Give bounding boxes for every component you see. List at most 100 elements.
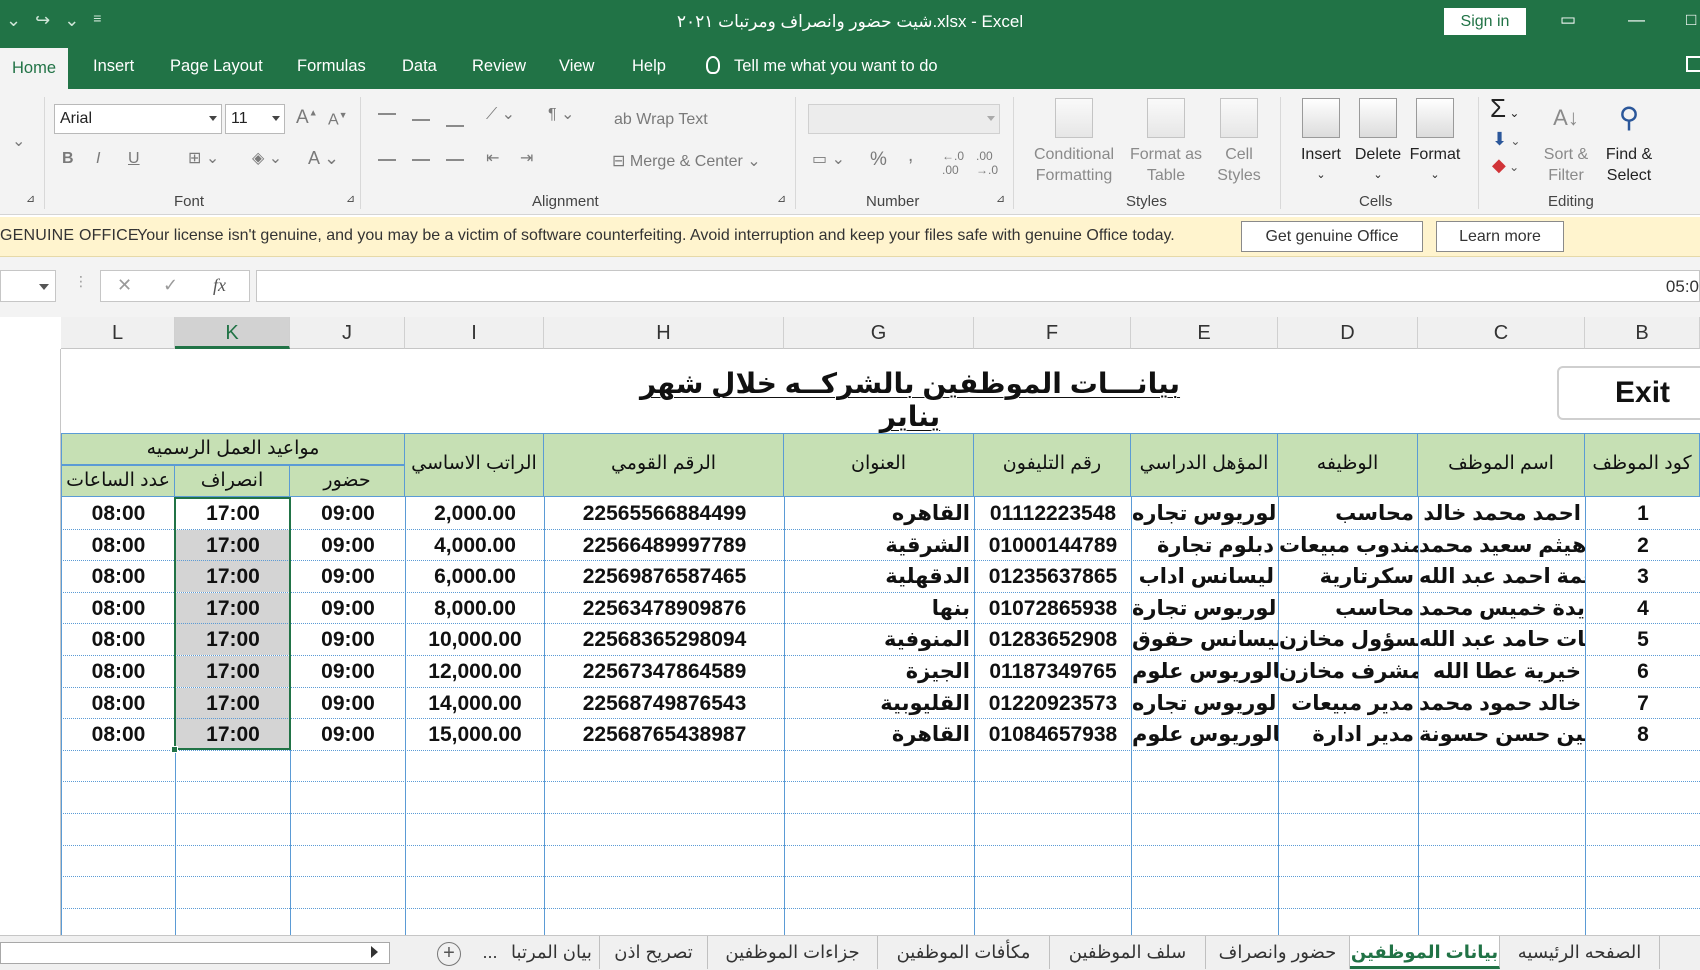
worksheet[interactable]: L K J I H G F E D C B بيانـــات الموظفين…	[0, 317, 1700, 935]
align-center-icon[interactable]	[412, 159, 430, 161]
italic-icon[interactable]: I	[96, 150, 100, 168]
cell-code[interactable]: 6	[1586, 656, 1700, 687]
find-select-button[interactable]: ⚲ Find & Select	[1596, 98, 1662, 186]
column-header-f[interactable]: F	[974, 317, 1131, 349]
tab-formulas[interactable]: Formulas	[297, 44, 366, 89]
wrap-text-button[interactable]: ab Wrap Text	[614, 111, 708, 129]
column-header-l[interactable]: L	[61, 317, 175, 349]
insert-function-icon[interactable]: fx	[213, 275, 226, 296]
cell-code[interactable]: 8	[1586, 719, 1700, 750]
cell-qualification[interactable]: بكالوريوس علوم	[1132, 656, 1278, 687]
column-header-c[interactable]: C	[1418, 317, 1585, 349]
cell-styles-button[interactable]: Cell Styles	[1206, 98, 1272, 186]
tab-help[interactable]: Help	[632, 44, 666, 89]
borders-icon[interactable]: ⊞ ⌄	[188, 148, 219, 168]
cell-hours[interactable]: 08:00	[62, 561, 175, 592]
tell-me-box[interactable]: Tell me what you want to do	[706, 44, 938, 89]
cell-code[interactable]: 2	[1586, 530, 1700, 561]
cell-address[interactable]: القليوبية	[785, 688, 974, 719]
underline-icon[interactable]: U	[128, 150, 140, 168]
autosum-icon[interactable]: Σ ⌄	[1490, 93, 1519, 124]
cell-qualification[interactable]: ليسانس حقوق	[1132, 624, 1278, 655]
tab-data[interactable]: Data	[402, 44, 437, 89]
cell-job[interactable]: محاسب	[1279, 593, 1418, 624]
cell-phone[interactable]: 01220923573	[975, 688, 1131, 719]
clear-icon[interactable]: ◆ ⌄	[1492, 155, 1519, 176]
cell-salary[interactable]: 15,000.00	[406, 719, 544, 750]
number-launcher-icon[interactable]: ⊿	[996, 192, 1005, 205]
cancel-entry-icon[interactable]: ✕	[117, 275, 132, 296]
delete-cells-button[interactable]: Delete ⌄	[1350, 98, 1406, 186]
clipboard-dropdown-icon[interactable]: ⌄	[12, 131, 25, 151]
cell-attend[interactable]: 09:00	[291, 498, 405, 529]
cell-hours[interactable]: 08:00	[62, 624, 175, 655]
column-header-j[interactable]: J	[290, 317, 405, 349]
column-header-b[interactable]: B	[1585, 317, 1700, 349]
redo-icon[interactable]: ↪	[35, 10, 50, 31]
format-as-table-button[interactable]: Format as Table	[1124, 98, 1208, 186]
cell-attend[interactable]: 09:00	[291, 656, 405, 687]
sort-filter-button[interactable]: A↓ Sort & Filter	[1538, 98, 1594, 186]
tab-insert[interactable]: Insert	[93, 44, 134, 89]
confirm-entry-icon[interactable]: ✓	[163, 275, 178, 296]
cell-job[interactable]: مسؤول مخازن	[1279, 624, 1418, 655]
cell-code[interactable]: 3	[1586, 561, 1700, 592]
tab-page-layout[interactable]: Page Layout	[170, 44, 263, 89]
format-cells-button[interactable]: Format ⌄	[1404, 98, 1466, 186]
cell-phone[interactable]: 01187349765	[975, 656, 1131, 687]
cell-attend[interactable]: 09:00	[291, 530, 405, 561]
sheet-tabs-more[interactable]: ...	[476, 936, 504, 969]
cell-name[interactable]: حسين حسن حسونة	[1419, 719, 1585, 750]
cell-national-id[interactable]: 22568749876543	[545, 688, 784, 719]
cell-phone[interactable]: 01283652908	[975, 624, 1131, 655]
middle-align-icon[interactable]	[412, 119, 430, 121]
sheet-tab-employees[interactable]: بيانات الموظفين	[1350, 936, 1500, 969]
cell-qualification[interactable]: بكالوريوس تجاره	[1132, 688, 1278, 719]
horizontal-scrollbar[interactable]	[0, 942, 390, 964]
comma-style-icon[interactable]: ,	[908, 145, 913, 167]
cell-qualification[interactable]: ليسانس اداب	[1132, 561, 1278, 592]
cell-name[interactable]: احمد محمد خالد	[1419, 498, 1585, 529]
cell-hours[interactable]: 08:00	[62, 530, 175, 561]
cell-phone[interactable]: 01072865938	[975, 593, 1131, 624]
cell-national-id[interactable]: 22568765438987	[545, 719, 784, 750]
fill-icon[interactable]: ⬇ ⌄	[1492, 129, 1520, 150]
decrease-decimal-icon[interactable]: .00 →.0	[976, 149, 998, 177]
cell-phone[interactable]: 01235637865	[975, 561, 1131, 592]
cell-code[interactable]: 4	[1586, 593, 1700, 624]
fill-handle[interactable]	[171, 746, 178, 753]
sheet-tab-permission[interactable]: تصريح اذن	[600, 936, 708, 969]
cell-name[interactable]: خيرية عطا الله	[1419, 656, 1585, 687]
cell-salary[interactable]: 4,000.00	[406, 530, 544, 561]
cell-salary[interactable]: 2,000.00	[406, 498, 544, 529]
cell-national-id[interactable]: 22566489997789	[545, 530, 784, 561]
cell-code[interactable]: 5	[1586, 624, 1700, 655]
top-align-icon[interactable]	[378, 113, 396, 115]
minimize-icon[interactable]: —	[1628, 10, 1645, 30]
cell-job[interactable]: مشرف مخازن	[1279, 656, 1418, 687]
sheet-tab-advances[interactable]: سلف الموظفين	[1050, 936, 1206, 969]
comments-icon[interactable]	[1686, 56, 1700, 72]
cell-name[interactable]: نعمة احمد عبد الله	[1419, 561, 1585, 592]
cell-salary[interactable]: 12,000.00	[406, 656, 544, 687]
scroll-right-icon[interactable]	[371, 946, 378, 958]
fill-color-icon[interactable]: ◈ ⌄	[252, 148, 282, 168]
cell-qualification[interactable]: دبلوم تجارة	[1132, 530, 1278, 561]
column-header-e[interactable]: E	[1131, 317, 1278, 349]
tab-review[interactable]: Review	[472, 44, 526, 89]
cell-address[interactable]: الدقهلية	[785, 561, 974, 592]
cell-national-id[interactable]: 22567347864589	[545, 656, 784, 687]
cell-attend[interactable]: 09:00	[291, 561, 405, 592]
cell-job[interactable]: مندوب مبيعات	[1279, 530, 1418, 561]
cell-phone[interactable]: 01084657938	[975, 719, 1131, 750]
cell-attend[interactable]: 09:00	[291, 719, 405, 750]
name-box-dropdown-icon[interactable]	[39, 284, 49, 290]
font-launcher-icon[interactable]: ⊿	[346, 192, 355, 205]
column-header-h[interactable]: H	[544, 317, 784, 349]
column-header-i[interactable]: I	[405, 317, 544, 349]
cell-salary[interactable]: 14,000.00	[406, 688, 544, 719]
name-box[interactable]	[0, 270, 56, 302]
cell-attend[interactable]: 09:00	[291, 624, 405, 655]
sheet-tab-attendance[interactable]: حضور وانصراف	[1206, 936, 1350, 969]
bottom-align-icon[interactable]	[446, 125, 464, 127]
